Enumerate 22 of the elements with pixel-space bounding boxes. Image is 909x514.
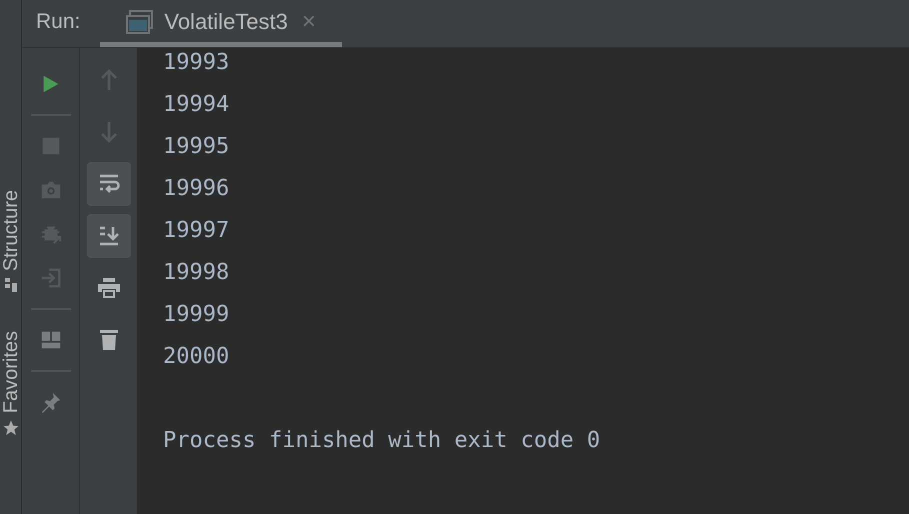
star-icon[interactable]	[2, 419, 20, 438]
console-line: 19995	[163, 133, 230, 161]
tab-title: VolatileTest3	[164, 8, 288, 36]
console-line: 19994	[163, 91, 230, 119]
console-line: 19997	[163, 217, 230, 245]
run-tab[interactable]: VolatileTest3 ×	[100, 0, 342, 47]
exit-message: Process finished with exit code 0	[163, 427, 602, 455]
scroll-to-end-button[interactable]	[86, 214, 130, 258]
soft-wrap-button[interactable]	[86, 162, 130, 206]
console-icon	[126, 10, 154, 34]
structure-icon[interactable]	[4, 277, 18, 294]
print-icon	[96, 276, 120, 300]
pin-icon[interactable]	[40, 391, 62, 413]
console-line: 20000	[163, 343, 230, 371]
console-line: 19993	[163, 49, 230, 77]
side-tab[interactable]: Favorites	[0, 331, 20, 414]
console-line: 19996	[163, 175, 230, 203]
layout-icon[interactable]	[40, 329, 62, 351]
console-line: 19999	[163, 301, 230, 329]
run-label: Run:	[36, 8, 80, 34]
console-line: 19998	[163, 259, 230, 287]
side-tab[interactable]: Structure	[0, 190, 20, 272]
